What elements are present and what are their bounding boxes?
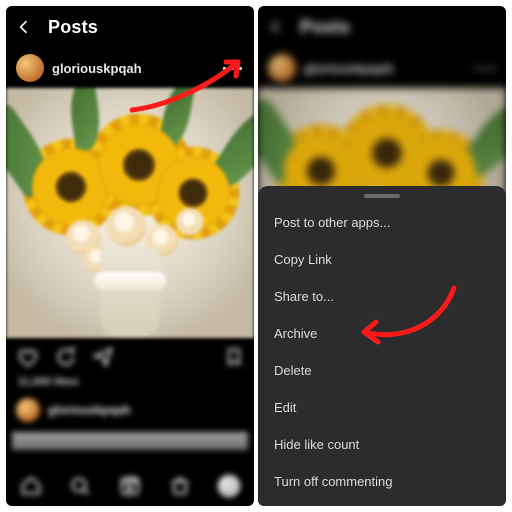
comment-icon[interactable]: [54, 346, 76, 368]
secondary-username: gloriouskpqah: [48, 403, 131, 417]
bottom-nav: [6, 466, 254, 506]
post-author-row[interactable]: gloriouskpqah: [6, 48, 254, 88]
nav-shop-icon[interactable]: [167, 473, 193, 499]
nav-search-icon[interactable]: [67, 473, 93, 499]
more-options-icon[interactable]: [472, 56, 496, 80]
menu-item-archive[interactable]: Archive: [258, 315, 506, 352]
bookmark-icon[interactable]: [224, 346, 244, 368]
page-title: Posts: [300, 17, 350, 38]
secondary-row[interactable]: gloriouskpqah: [6, 394, 254, 426]
share-icon[interactable]: [92, 346, 114, 368]
nav-home-icon[interactable]: [18, 473, 44, 499]
app-header: Posts: [258, 6, 506, 48]
back-icon[interactable]: [16, 19, 34, 35]
nav-profile-icon[interactable]: [216, 473, 242, 499]
back-icon[interactable]: [268, 19, 286, 35]
more-options-icon[interactable]: [220, 56, 244, 80]
menu-item-delete[interactable]: Delete: [258, 352, 506, 389]
author-username[interactable]: gloriouskpqah: [304, 61, 394, 76]
options-bottom-sheet: Post to other apps... Copy Link Share to…: [258, 186, 506, 506]
caption-input-bar[interactable]: [12, 432, 248, 450]
author-username[interactable]: gloriouskpqah: [52, 61, 142, 76]
post-author-row[interactable]: gloriouskpqah: [258, 48, 506, 88]
menu-item-share-to[interactable]: Share to...: [258, 278, 506, 315]
menu-item-turn-off-commenting[interactable]: Turn off commenting: [258, 463, 506, 500]
page-title: Posts: [48, 17, 98, 38]
avatar[interactable]: [268, 54, 296, 82]
menu-item-post-other-apps[interactable]: Post to other apps...: [258, 204, 506, 241]
screenshot-right: Posts gloriouskpqah Post to other apps..…: [258, 6, 506, 506]
menu-item-edit[interactable]: Edit: [258, 389, 506, 426]
screenshot-left: Posts gloriouskpqah: [6, 6, 254, 506]
likes-count[interactable]: 11,000 likes: [6, 376, 254, 394]
like-icon[interactable]: [16, 346, 38, 368]
avatar[interactable]: [16, 398, 40, 422]
post-actions-row: [6, 338, 254, 376]
app-header: Posts: [6, 6, 254, 48]
sheet-handle[interactable]: [364, 194, 400, 198]
avatar[interactable]: [16, 54, 44, 82]
post-image[interactable]: [6, 88, 254, 338]
nav-reels-icon[interactable]: [117, 473, 143, 499]
menu-item-copy-link[interactable]: Copy Link: [258, 241, 506, 278]
menu-item-hide-like-count[interactable]: Hide like count: [258, 426, 506, 463]
